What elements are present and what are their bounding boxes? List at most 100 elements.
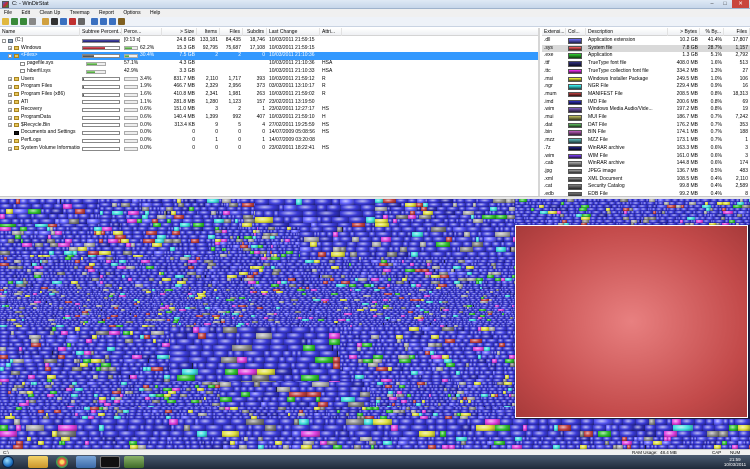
extension-row[interactable]: .mzz MZZ File 173.1 MB 0.7% 1 — [542, 137, 750, 145]
properties-icon[interactable] — [78, 18, 85, 25]
delete-icon[interactable] — [69, 18, 76, 25]
treemap-cell[interactable] — [667, 223, 677, 225]
expand-icon[interactable]: + — [8, 93, 12, 97]
minimize-button[interactable]: ‒ — [706, 0, 718, 8]
extension-row[interactable]: .bin BIN File 174.1 MB 0.7% 188 — [542, 129, 750, 137]
treemap-cell[interactable] — [546, 223, 554, 225]
tree-row[interactable]: + $Recycle.Bin 0.0% 313.4 KB 9 5 4 27/02/2011 1… — [0, 122, 540, 130]
tree-row[interactable]: Documents and Settings 0.0% 0 0 0 0 14/07/2009… — [0, 129, 540, 137]
menu-options[interactable]: Options — [119, 9, 144, 17]
up-icon[interactable] — [109, 18, 116, 25]
menu-edit[interactable]: Edit — [17, 9, 34, 17]
column-percent-bytes[interactable]: % By... — [700, 28, 724, 36]
column-bytes[interactable]: > Bytes — [668, 28, 700, 36]
menu-help[interactable]: Help — [146, 9, 164, 17]
tree-row[interactable]: + Program Files (x86) 1.6% 410.8 MB 2,341 1,9… — [0, 91, 540, 99]
tree-row[interactable]: + Windows 62.2% 15.3 GB 92,795 75,687 17,108 10… — [0, 45, 540, 53]
extension-list-pane[interactable]: Extensi... Col... Description > Bytes % … — [542, 28, 750, 196]
column-color[interactable]: Col... — [566, 28, 586, 36]
expand-icon[interactable]: + — [8, 147, 12, 151]
tree-row[interactable]: + System Volume Information 0.0% 0 0 0 0 23/02/… — [0, 145, 540, 153]
tree-row[interactable]: pagefile.sys 57.1% 4.3 GB 10/03/2011 21:10:… — [0, 60, 540, 68]
extension-row[interactable]: .cat Security Catalog 99.8 MB 0.4% 2,589 — [542, 183, 750, 191]
treemap-cell[interactable] — [653, 223, 661, 225]
menu-report[interactable]: Report — [95, 9, 118, 17]
expand-icon[interactable]: + — [8, 123, 12, 127]
treemap-cell[interactable] — [646, 223, 654, 225]
extension-row[interactable]: .exe Application 1.3 GB 5.1% 2,792 — [542, 52, 750, 60]
treemap-cell[interactable] — [558, 223, 565, 225]
tree-row[interactable]: + PerfLogs 0.0% 0 1 0 1 14/07/2009 03:20:08 — [0, 137, 540, 145]
refresh-icon[interactable] — [11, 18, 18, 25]
copy-path-icon[interactable] — [29, 18, 36, 25]
expand-icon[interactable]: + — [8, 139, 12, 143]
column-subtree-percent[interactable]: Subtree Percent... — [80, 28, 122, 36]
treemap-cell[interactable] — [600, 223, 608, 225]
column-extension[interactable]: Extensi... — [542, 28, 566, 36]
column-ext-files[interactable]: Files — [724, 28, 750, 36]
expand-icon[interactable]: + — [8, 77, 12, 81]
expand-icon[interactable]: + — [8, 46, 12, 50]
treemap-cell[interactable] — [621, 223, 630, 225]
tree-row[interactable]: - <Files> 30.4% 7.5 GB 2 2 0 10/03/2011 21:10:3… — [0, 52, 540, 60]
tree-row[interactable]: + Recovery 0.6% 151.0 MB 3 2 1 23/02/2011 12:27… — [0, 106, 540, 114]
close-button[interactable]: ✕ — [732, 0, 749, 8]
explorer-icon[interactable] — [42, 18, 49, 25]
extension-row[interactable]: .sys System file 7.8 GB 28.7% 1,157 — [542, 45, 750, 53]
treemap-cell[interactable] — [709, 223, 716, 225]
extension-row[interactable]: .imd IMD File 200.6 MB 0.8% 69 — [542, 99, 750, 107]
extension-row[interactable]: .wim WIM File 161.0 MB 0.6% 3 — [542, 153, 750, 161]
column-last-change[interactable]: Last Change — [267, 28, 320, 36]
directory-tree-pane[interactable]: Name Subtree Percent... Perce... > Size … — [0, 28, 540, 196]
menu-treemap[interactable]: Treemap — [66, 9, 94, 17]
tree-row[interactable]: - (C:) [0:13 s] 24.8 GB 133,181 84,435 18,746 1… — [0, 37, 540, 45]
treemap-cell[interactable] — [677, 223, 685, 225]
extension-row[interactable]: .cab WinRAR archive 144.8 MB 0.6% 174 — [542, 160, 750, 168]
treemap-cell[interactable] — [700, 223, 709, 225]
extension-row[interactable]: .ttc TrueType collection font file 334.2 M… — [542, 68, 750, 76]
extension-row[interactable]: .ngr NGR File 229.4 MB 0.9% 16 — [542, 83, 750, 91]
extension-row[interactable]: .jpg JPEG image 136.7 MB 0.5% 483 — [542, 168, 750, 176]
menu-clean-up[interactable]: Clean Up — [35, 9, 64, 17]
cmd-icon[interactable] — [51, 18, 58, 25]
treemap-cell[interactable] — [536, 223, 546, 225]
extension-row[interactable]: .mui MUI File 186.7 MB 0.7% 7,242 — [542, 114, 750, 122]
extension-row[interactable]: .dat DAT File 176.2 MB 0.7% 353 — [542, 122, 750, 130]
column-files[interactable]: Files — [220, 28, 243, 36]
column-subdirs[interactable]: Subdirs — [243, 28, 267, 36]
refresh-all-icon[interactable] — [20, 18, 27, 25]
zoom-out-icon[interactable] — [100, 18, 107, 25]
column-percent[interactable]: Perce... — [122, 28, 162, 36]
treemap-pagefile-block[interactable] — [515, 225, 748, 418]
tree-row[interactable]: + Program Files 1.9% 466.7 MB 2,329 2,956 373 0… — [0, 83, 540, 91]
zoom-in-icon[interactable] — [91, 18, 98, 25]
column-size[interactable]: > Size — [162, 28, 197, 36]
column-name[interactable]: Name — [0, 28, 80, 36]
expand-icon[interactable]: + — [8, 85, 12, 89]
treemap-cell[interactable] — [607, 223, 616, 225]
tree-row[interactable]: hiberfil.sys 42.9% 3.3 GB 10/03/2011 21:10:… — [0, 68, 540, 76]
maximize-button[interactable]: □ — [719, 0, 731, 8]
extension-row[interactable]: .ttf TrueType font file 408.0 MB 1.6% 513 — [542, 60, 750, 68]
tree-row[interactable]: + ProgramData 0.6% 140.4 MB 1,399 992 407 10/03… — [0, 114, 540, 122]
treemap-cell[interactable] — [518, 223, 526, 225]
collapse-icon[interactable]: - — [8, 54, 12, 58]
menu-file[interactable]: File — [0, 9, 16, 17]
expand-icon[interactable]: + — [8, 108, 12, 112]
treemap-cell[interactable] — [746, 223, 750, 225]
extension-row[interactable]: .xml XML Document 108.5 MB 0.4% 2,110 — [542, 176, 750, 184]
treemap[interactable] — [0, 199, 750, 449]
extension-row[interactable]: .dll Application extension 10.2 GB 41.4% 17,… — [542, 37, 750, 45]
treemap-cell[interactable] — [722, 223, 728, 225]
extension-row[interactable]: .wim Windows Media Audio/Vide... 197.2 MB 0… — [542, 106, 750, 114]
extension-row[interactable]: .7z WinRAR archive 163.3 MB 0.6% 3 — [542, 145, 750, 153]
extension-row[interactable]: .msi Windows Installer Package 249.5 MB 1.0… — [542, 76, 750, 84]
tree-row[interactable]: + ATI 1.1% 281.8 MB 1,280 1,123 157 23/02/2011 … — [0, 99, 540, 107]
open-icon[interactable] — [2, 18, 9, 25]
column-items[interactable]: Items — [197, 28, 220, 36]
collapse-icon[interactable]: - — [2, 39, 6, 43]
treemap-cell[interactable] — [638, 223, 645, 225]
expand-icon[interactable]: + — [8, 100, 12, 104]
recycle-icon[interactable] — [60, 18, 67, 25]
tree-row[interactable]: + Users 3.4% 831.7 MB 2,110 1,717 393 10/03/201… — [0, 76, 540, 84]
